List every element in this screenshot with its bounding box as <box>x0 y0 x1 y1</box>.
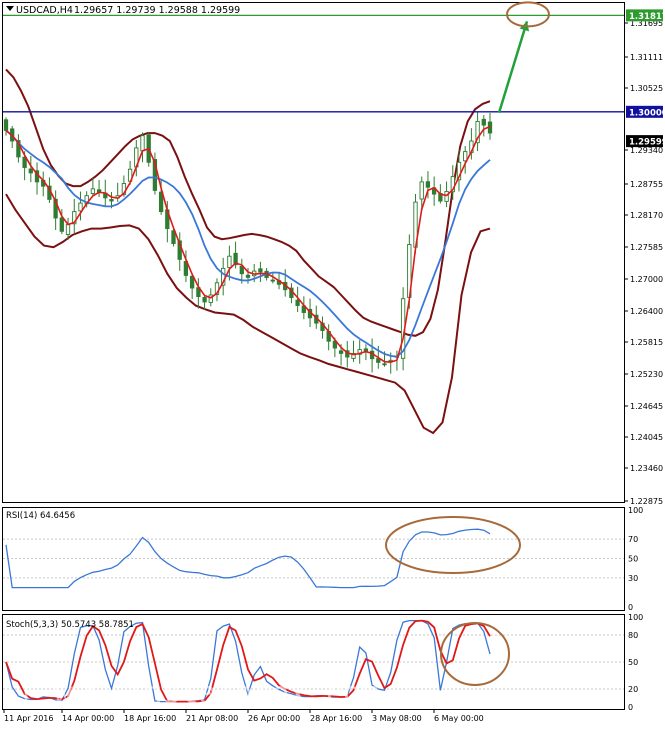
level-label: 20 <box>628 685 638 694</box>
level-price-tag: 1.30000 <box>629 108 665 118</box>
time-tick-label: 21 Apr 08:00 <box>186 714 238 723</box>
chart-ohlc: 1.29657 1.29739 1.29588 1.29599 <box>74 5 240 16</box>
candle-body <box>419 181 424 200</box>
time-tick-label: 6 May 00:00 <box>434 714 484 723</box>
candle-body <box>481 118 486 126</box>
price-tick-label: 1.24045 <box>630 433 663 442</box>
price-tick-label: 1.25230 <box>630 370 663 379</box>
time-tick-label: 28 Apr 16:00 <box>310 714 362 723</box>
usdcad-h4-chart: 1.316951.311111.305251.293401.287551.281… <box>0 0 665 729</box>
price-tick-label: 1.22875 <box>630 497 663 506</box>
candle-body <box>382 363 387 366</box>
candle-body <box>425 181 431 188</box>
time-tick-label: 11 Apr 2016 <box>4 714 53 723</box>
watermark: [ www.instaforex.com ] <box>18 676 415 711</box>
level-label: 80 <box>628 631 638 640</box>
current-price-tag: 1.29599 <box>629 138 665 148</box>
candle-body <box>444 191 449 202</box>
candle-body <box>28 168 33 174</box>
candle-body <box>59 217 64 232</box>
price-tick-label: 1.27000 <box>630 275 663 284</box>
price-tick-label: 1.28170 <box>630 211 663 220</box>
time-tick-label: 18 Apr 16:00 <box>124 714 176 723</box>
price-tick-label: 1.26400 <box>630 307 663 316</box>
candle-body <box>245 274 251 278</box>
candle-body <box>463 151 468 162</box>
candle-body <box>90 188 96 194</box>
price-tick-label: 1.30525 <box>630 84 663 93</box>
price-tick-label: 1.31111 <box>630 53 663 62</box>
time-tick-label: 14 Apr 00:00 <box>62 714 114 723</box>
rsi-title: RSI(14) 64.6456 <box>6 511 75 521</box>
level-label: 100 <box>628 613 643 622</box>
candle-body <box>3 119 9 131</box>
candle-body <box>270 279 275 282</box>
level-label: 50 <box>628 555 638 564</box>
level-label: 100 <box>628 506 643 515</box>
candle-body <box>295 299 300 306</box>
level-label: 50 <box>628 658 638 667</box>
candle-body <box>109 199 114 202</box>
candle-body <box>258 268 263 273</box>
candle-body <box>338 350 344 354</box>
stoch-title: Stoch(5,3,3) 50.5743 58.7851 <box>6 620 134 630</box>
level-label: 70 <box>628 535 638 544</box>
candle-body <box>227 255 232 268</box>
price-tick-label: 1.24645 <box>630 402 663 411</box>
price-panel-frame <box>2 2 625 503</box>
price-tick-label: 1.27585 <box>630 243 663 252</box>
chart-canvas: 1.31695 1.31111 1.30525 1.29340 1.28755 1.281… <box>0 0 665 729</box>
level-label: 30 <box>628 574 638 583</box>
candle-body <box>65 223 71 235</box>
candle-body <box>202 296 207 303</box>
target-price-tag: 1.31817 <box>629 12 665 22</box>
price-tick-label: 1.28755 <box>630 180 663 189</box>
chart-symbol: USDCAD,H4 <box>16 5 73 16</box>
price-tick-label: 1.23460 <box>630 464 663 473</box>
candle-body <box>140 135 145 152</box>
time-tick-label: 3 May 08:00 <box>372 714 422 723</box>
price-tick-label: 1.25815 <box>630 338 663 347</box>
time-tick-label: 26 Apr 00:00 <box>248 714 300 723</box>
level-label: 0 <box>628 703 633 712</box>
level-label: 0 <box>628 603 633 612</box>
